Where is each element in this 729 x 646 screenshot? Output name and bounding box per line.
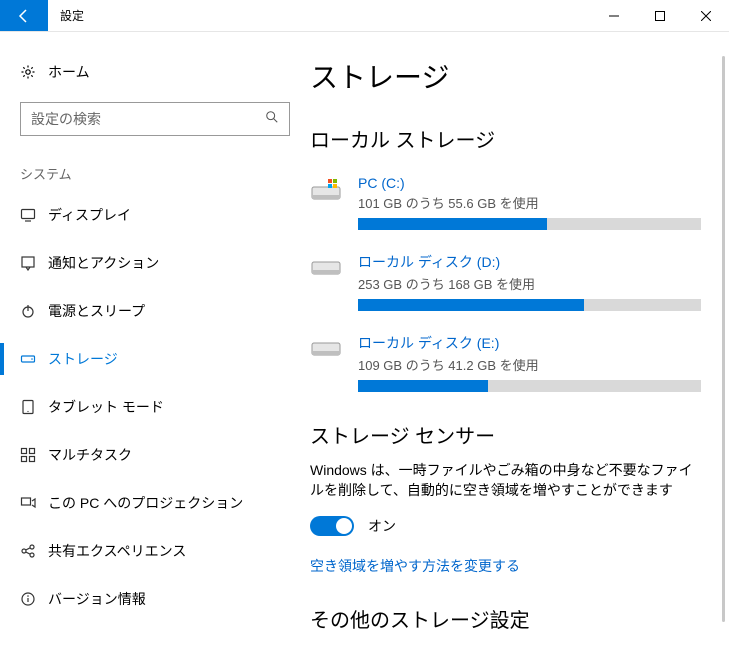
display-icon [20, 207, 48, 223]
tablet-icon [20, 399, 48, 415]
search-input[interactable] [20, 102, 290, 136]
info-icon [20, 591, 48, 607]
storage-sense-heading: ストレージ センサー [310, 420, 701, 449]
sidebar: ホーム システム ディスプレイ 通知とアクション 電源とスリープ ストレージ [0, 32, 310, 646]
nav-notifications[interactable]: 通知とアクション [0, 239, 310, 287]
home-label: ホーム [48, 62, 90, 82]
change-storage-sense-link[interactable]: 空き領域を増やす方法を変更する [310, 556, 520, 576]
maximize-button[interactable] [637, 0, 683, 31]
sidebar-section-label: システム [0, 136, 310, 191]
share-icon [20, 543, 48, 559]
drive-c-icon [310, 175, 358, 230]
back-button[interactable] [0, 0, 48, 31]
nav-storage[interactable]: ストレージ [0, 335, 310, 383]
home-button[interactable]: ホーム [0, 52, 310, 92]
page-title: ストレージ [310, 56, 701, 96]
close-button[interactable] [683, 0, 729, 31]
nav-multitask[interactable]: マルチタスク [0, 431, 310, 479]
storage-sense-toggle[interactable] [310, 516, 354, 536]
nav-power[interactable]: 電源とスリープ [0, 287, 310, 335]
nav-tablet[interactable]: タブレット モード [0, 383, 310, 431]
storage-icon [20, 351, 48, 367]
storage-sense-description: Windows は、一時ファイルやごみ箱の中身など不要なファイルを削除して、自動… [310, 461, 701, 500]
drive-name-link[interactable]: ローカル ディスク (E:) [358, 333, 701, 353]
local-storage-heading: ローカル ストレージ [310, 124, 701, 153]
nav-projection[interactable]: この PC へのプロジェクション [0, 479, 310, 527]
search-icon [265, 110, 279, 129]
minimize-button[interactable] [591, 0, 637, 31]
drive-name-link[interactable]: PC (C:) [358, 175, 701, 191]
drive-item[interactable]: ローカル ディスク (E:) 109 GB のうち 41.2 GB を使用 [310, 333, 701, 392]
nav-about[interactable]: バージョン情報 [0, 575, 310, 623]
drive-item[interactable]: PC (C:) 101 GB のうち 55.6 GB を使用 [310, 175, 701, 230]
content-area: ストレージ ローカル ストレージ PC (C:) 101 GB のうち 55.6… [310, 32, 729, 646]
drive-usage-text: 109 GB のうち 41.2 GB を使用 [358, 355, 701, 374]
nav-display[interactable]: ディスプレイ [0, 191, 310, 239]
power-icon [20, 303, 48, 319]
gear-icon [20, 64, 48, 80]
drive-usage-bar [358, 218, 701, 230]
nav-shared-exp[interactable]: 共有エクスペリエンス [0, 527, 310, 575]
drive-icon [310, 333, 358, 392]
notification-icon [20, 255, 48, 271]
drive-usage-bar [358, 299, 701, 311]
window-title: 設定 [48, 0, 591, 31]
projection-icon [20, 495, 48, 511]
drive-usage-text: 253 GB のうち 168 GB を使用 [358, 274, 701, 293]
drive-item[interactable]: ローカル ディスク (D:) 253 GB のうち 168 GB を使用 [310, 252, 701, 311]
drive-name-link[interactable]: ローカル ディスク (D:) [358, 252, 701, 272]
multitask-icon [20, 447, 48, 463]
toggle-state-label: オン [368, 516, 396, 536]
other-storage-heading: その他のストレージ設定 [310, 604, 701, 633]
drive-usage-text: 101 GB のうち 55.6 GB を使用 [358, 193, 701, 212]
scrollbar[interactable] [722, 56, 725, 622]
drive-usage-bar [358, 380, 701, 392]
drive-icon [310, 252, 358, 311]
